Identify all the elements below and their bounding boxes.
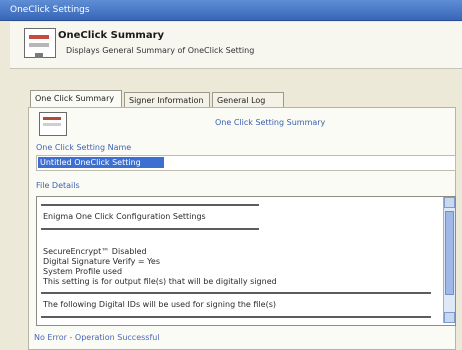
monitor-icon bbox=[24, 28, 56, 58]
scroll-down-button[interactable] bbox=[444, 312, 455, 323]
details-line: The following Digital IDs will be used f… bbox=[43, 300, 276, 309]
header-title: OneClick Summary bbox=[58, 30, 165, 41]
summary-label: One Click Setting Summary bbox=[215, 118, 326, 127]
file-details-label: File Details bbox=[36, 181, 80, 190]
details-line: SecureEncrypt™ Disabled bbox=[43, 247, 147, 256]
tab-label: One Click Summary bbox=[35, 94, 115, 103]
tab-one-click-summary[interactable]: One Click Summary bbox=[30, 90, 122, 107]
window-title: OneClick Settings bbox=[10, 5, 90, 15]
scroll-thumb[interactable] bbox=[445, 211, 454, 295]
separator bbox=[41, 292, 431, 294]
separator bbox=[41, 204, 259, 206]
document-icon bbox=[39, 112, 67, 136]
tab-label: General Log bbox=[217, 96, 266, 105]
title-bar: OneClick Settings bbox=[0, 0, 462, 21]
setting-name-label: One Click Setting Name bbox=[36, 143, 132, 152]
scroll-up-button[interactable] bbox=[444, 197, 455, 208]
status-text: No Error - Operation Successful bbox=[34, 333, 160, 342]
tab-signer-information[interactable]: Signer Information bbox=[124, 92, 210, 107]
vertical-scrollbar[interactable] bbox=[443, 197, 455, 323]
tab-label: Signer Information bbox=[129, 96, 204, 105]
separator bbox=[41, 316, 431, 318]
separator bbox=[41, 228, 259, 230]
header-subtitle: Displays General Summary of OneClick Set… bbox=[66, 46, 255, 55]
header-panel: OneClick Summary Displays General Summar… bbox=[10, 22, 462, 69]
setting-name-value: Untitled OneClick Setting bbox=[38, 157, 164, 168]
details-line: This setting is for output file(s) that … bbox=[43, 277, 277, 286]
file-details-textarea[interactable]: Enigma One Click Configuration Settings … bbox=[36, 196, 456, 326]
tab-general-log[interactable]: General Log bbox=[212, 92, 284, 107]
details-line: Digital Signature Verify = Yes bbox=[43, 257, 161, 266]
details-line: System Profile used bbox=[43, 267, 123, 276]
details-line: Enigma One Click Configuration Settings bbox=[43, 212, 206, 221]
